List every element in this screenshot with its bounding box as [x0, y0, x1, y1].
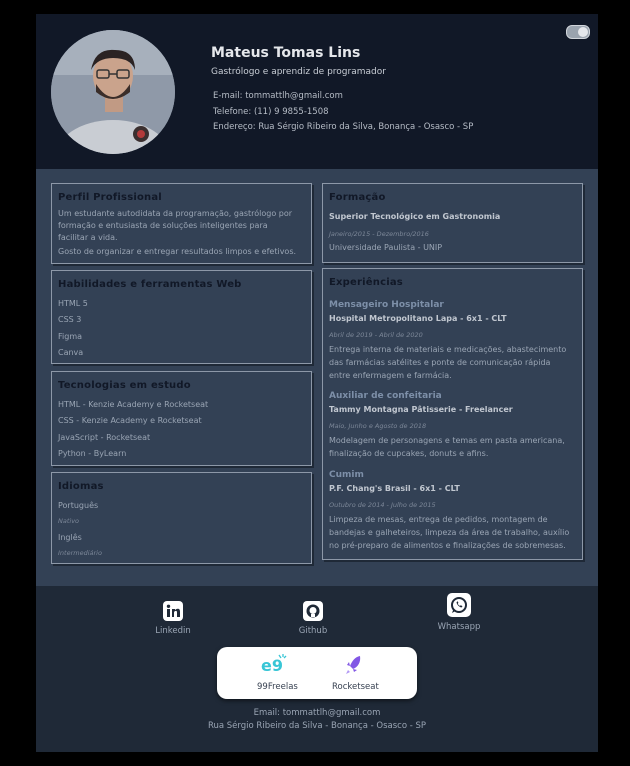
- 99freelas-label[interactable]: 99Freelas: [257, 682, 298, 692]
- job-description: Limpeza de mesas, entrega de pedidos, mo…: [329, 515, 548, 524]
- github-link[interactable]: Github: [288, 601, 338, 636]
- header: Mateus Tomas Lins Gastrólogo e aprendiz …: [36, 14, 598, 169]
- skill-item: Figma: [58, 332, 83, 341]
- toggle-knob: [578, 27, 588, 37]
- github-label: Github: [298, 626, 328, 636]
- education-period: Janeiro/2015 - Dezembro/2016: [329, 230, 429, 238]
- job-description: finalização de cupcakes, donuts e afins.: [329, 449, 489, 458]
- whatsapp-icon: [447, 593, 471, 617]
- experience-card: Experiências Mensageiro Hospitalar Hospi…: [322, 268, 583, 560]
- job-description: Entrega interna de materiais e medicaçõe…: [329, 345, 567, 354]
- languages-card-title: Idiomas: [58, 481, 104, 492]
- contact-address: Endereço: Rua Sérgio Ribeiro da Silva, B…: [213, 122, 474, 132]
- job-role: Mensageiro Hospitalar: [329, 300, 444, 310]
- skill-item: CSS 3: [58, 315, 82, 324]
- languages-card: Idiomas Português Nativo Inglês Intermed…: [51, 472, 312, 564]
- experience-card-title: Experiências: [329, 277, 403, 288]
- job-description: entre enfermagem e farmácia.: [329, 371, 452, 380]
- github-icon: [303, 601, 323, 621]
- job-period: Abril de 2019 - Abril de 2020: [329, 331, 423, 339]
- profile-text-line: facilitar a vida.: [58, 233, 118, 242]
- profile-role: Gastrólogo e aprendiz de programador: [211, 67, 386, 77]
- freelas-box: e9 99Freelas Rocketseat: [217, 647, 417, 699]
- contact-phone: Telefone: (11) 9 9855-1508: [213, 107, 329, 117]
- footer: Linkedin Github Whatsapp e9 99Freelas Ro…: [36, 586, 598, 752]
- education-card-title: Formação: [329, 192, 386, 203]
- profile-photo: [51, 30, 175, 154]
- studying-item: JavaScript - Rocketseat: [58, 433, 151, 442]
- whatsapp-label: Whatsapp: [437, 622, 481, 632]
- language-level: Intermediário: [58, 549, 102, 557]
- resume-page: Mateus Tomas Lins Gastrólogo e aprendiz …: [36, 14, 598, 752]
- job-company: Hospital Metropolitano Lapa - 6x1 - CLT: [329, 314, 507, 323]
- job-period: Maio, Junho e Agosto de 2018: [329, 422, 427, 430]
- skill-item: HTML 5: [58, 299, 88, 308]
- job-role: Auxiliar de confeitaria: [329, 391, 442, 401]
- studying-item: CSS - Kenzie Academy e Rocketseat: [58, 416, 202, 425]
- profile-text-line: Um estudante autodidata da programação, …: [58, 209, 293, 218]
- skill-item: Canva: [58, 348, 84, 357]
- studying-card: Tecnologias em estudo HTML - Kenzie Acad…: [51, 371, 312, 466]
- profile-text-line: Gosto de organizar e entregar resultados…: [58, 247, 297, 256]
- profile-card-title: Perfil Profissional: [58, 192, 162, 203]
- profile-text-line: formação e entusiasta de soluções inteli…: [58, 221, 268, 230]
- linkedin-label: Linkedin: [155, 626, 191, 636]
- linkedin-icon: [163, 601, 183, 621]
- studying-card-title: Tecnologias em estudo: [58, 380, 191, 391]
- svg-text:e9: e9: [261, 656, 283, 675]
- studying-item: HTML - Kenzie Academy e Rocketseat: [58, 400, 209, 409]
- rocketseat-icon[interactable]: [344, 653, 364, 677]
- contact-email: E-mail: tommattlh@gmail.com: [213, 91, 343, 101]
- job-company: P.F. Chang's Brasil - 6x1 - CLT: [329, 484, 460, 493]
- job-description: das farmácias satélites e ponte de comun…: [329, 358, 551, 367]
- job-role: Cumim: [329, 470, 364, 480]
- education-degree: Superior Tecnológico em Gastronomia: [329, 212, 501, 221]
- theme-toggle[interactable]: [566, 25, 590, 39]
- job-period: Outubro de 2014 - Julho de 2015: [329, 501, 436, 509]
- profile-name: Mateus Tomas Lins: [211, 45, 361, 61]
- education-card: Formação Superior Tecnológico em Gastron…: [322, 183, 583, 263]
- rocketseat-label[interactable]: Rocketseat: [332, 682, 379, 692]
- job-description: no pré-preparo de alimentos e finalizaçõ…: [329, 541, 566, 550]
- job-company: Tammy Montagna Pâtisserie - Freelancer: [329, 405, 513, 414]
- 99freelas-icon[interactable]: e9: [259, 653, 289, 677]
- education-school: Universidade Paulista - UNIP: [329, 243, 443, 252]
- footer-address: Rua Sérgio Ribeiro da Silva - Bonança - …: [207, 721, 427, 731]
- job-description: bandejas e galheteiros, limpeza da área …: [329, 528, 570, 537]
- skills-card: Habilidades e ferramentas Web HTML 5 CSS…: [51, 270, 312, 364]
- language-name: Português: [58, 501, 99, 510]
- language-name: Inglês: [58, 533, 82, 542]
- linkedin-link[interactable]: Linkedin: [148, 601, 198, 636]
- skills-card-title: Habilidades e ferramentas Web: [58, 279, 242, 290]
- whatsapp-link[interactable]: Whatsapp: [434, 593, 484, 632]
- footer-email[interactable]: Email: tommattlh@gmail.com: [36, 708, 598, 718]
- job-description: Modelagem de personagens e temas em past…: [329, 436, 565, 445]
- language-level: Nativo: [58, 517, 80, 525]
- profile-card: Perfil Profissional Um estudante autodid…: [51, 183, 312, 264]
- studying-item: Python - ByLearn: [58, 449, 127, 458]
